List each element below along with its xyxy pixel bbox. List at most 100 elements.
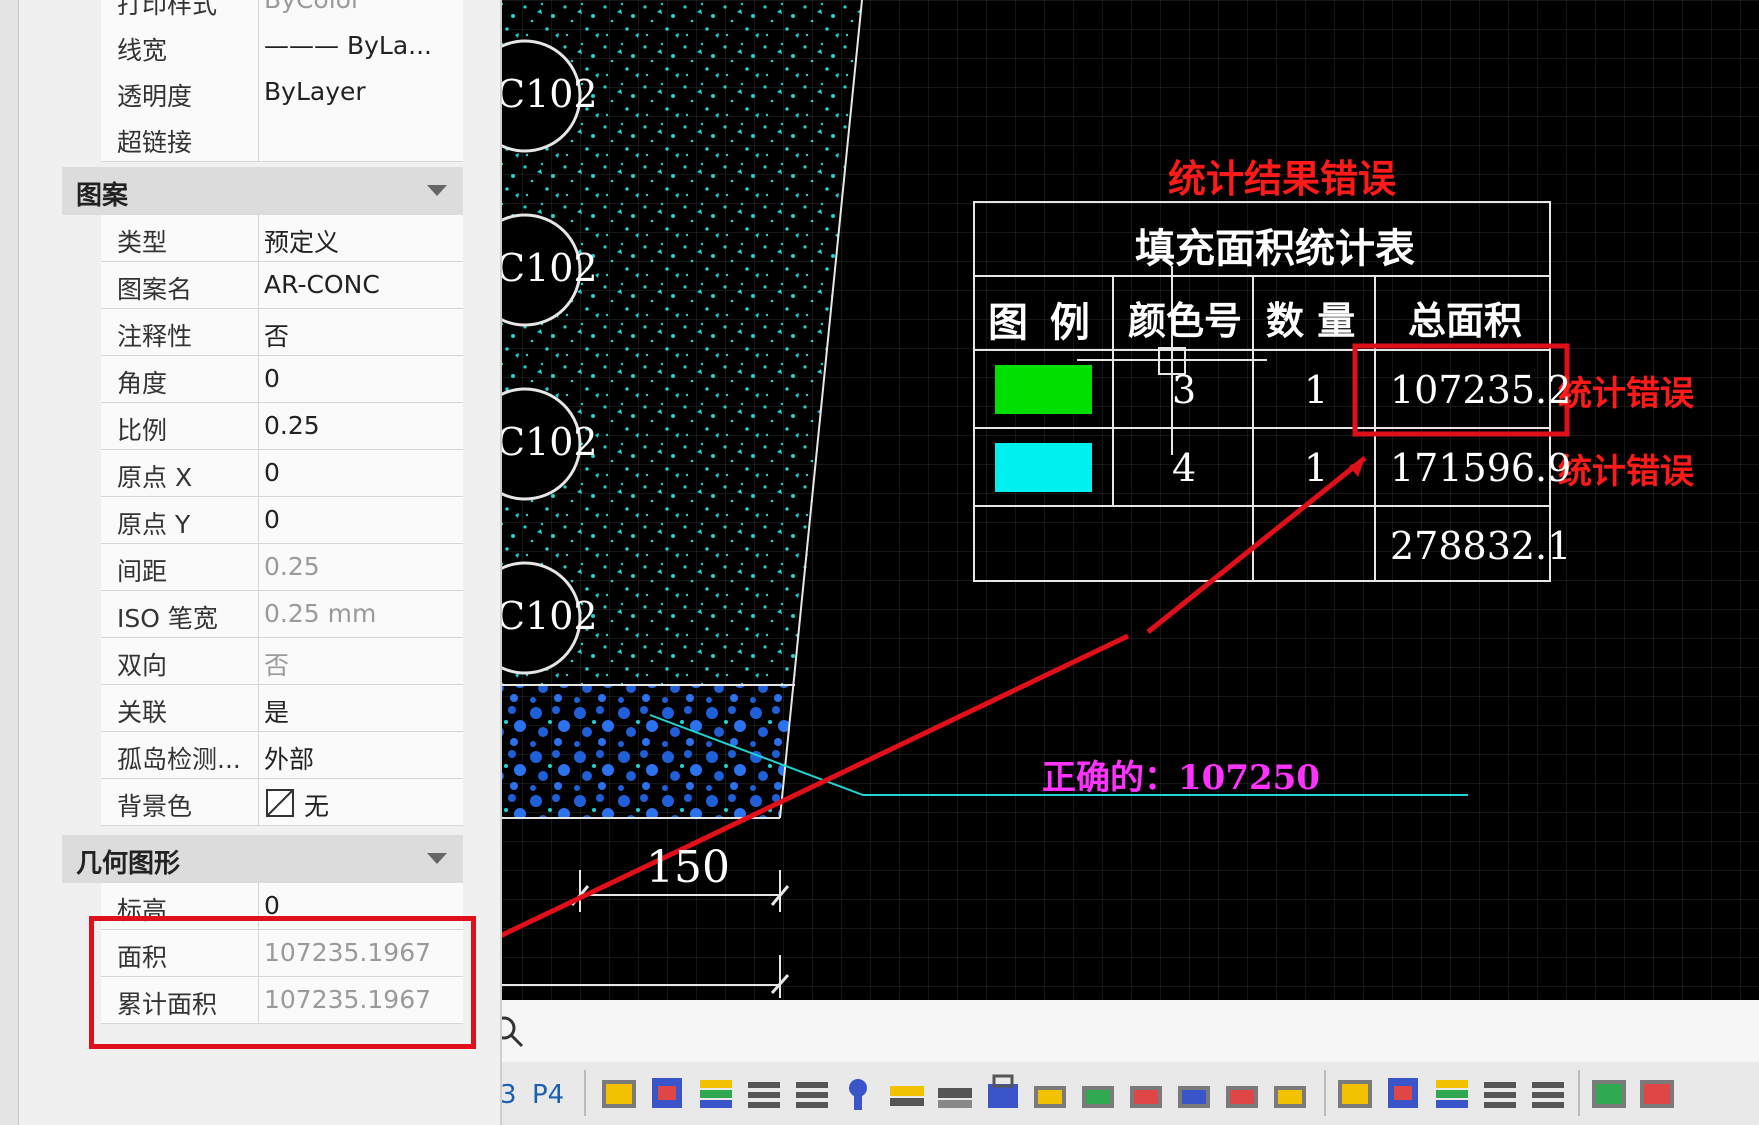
prop-value: 0 (264, 458, 280, 487)
layer-tool-icon[interactable] (1034, 1086, 1066, 1108)
prop-row-island-detection[interactable]: 孤岛检测... 外部 (101, 732, 463, 779)
layer-tool-icon[interactable] (890, 1086, 924, 1106)
layout-tab[interactable]: P4 (532, 1080, 564, 1110)
layer-tool-icon[interactable] (1388, 1078, 1418, 1108)
prop-label: 角度 (117, 369, 168, 398)
layer-tool-icon[interactable] (1532, 1082, 1564, 1108)
prop-row-hyperlink[interactable]: 超链接 (101, 115, 463, 162)
prop-row-double[interactable]: 双向 否 (101, 638, 463, 685)
prop-value: ByColor (264, 0, 361, 14)
table-header: 总面积 (1408, 298, 1523, 343)
layer-tool-icon[interactable] (652, 1078, 682, 1108)
bottom-toolbar: 3 P4 (500, 1062, 1759, 1125)
prop-label: 图案名 (117, 275, 193, 304)
table-header: 图 例 (988, 299, 1094, 346)
palette-side-strip (0, 0, 19, 1125)
prop-label: 双向 (117, 651, 168, 680)
layer-tool-icon[interactable] (988, 1074, 1018, 1108)
annotation-correct-value: 正确的：107250 (1042, 758, 1320, 798)
layout-tab[interactable]: 3 (500, 1080, 517, 1110)
prop-row-origin-y[interactable]: 原点 Y 0 (101, 497, 463, 544)
prop-label: 超链接 (117, 128, 193, 157)
group-header-pattern[interactable]: 图案 (62, 167, 463, 215)
table-cell-area: 107235.2 (1390, 368, 1572, 412)
prop-row-spacing[interactable]: 间距 0.25 (101, 544, 463, 591)
prop-row-lineweight[interactable]: 线宽 ——— ByLa... (101, 23, 463, 70)
prop-row-plot-style[interactable]: 打印样式 ByColor (101, 0, 463, 24)
prop-value: 0 (264, 505, 280, 534)
prop-row-type[interactable]: 类型 预定义 (101, 215, 463, 262)
layer-tool-icon[interactable] (1130, 1086, 1162, 1108)
prop-row-scale[interactable]: 比例 0.25 (101, 403, 463, 450)
prop-label: 背景色 (117, 792, 193, 821)
legend-swatch-cyan (995, 443, 1092, 492)
prop-value: 无 (304, 792, 330, 821)
command-line[interactable] (492, 1000, 1759, 1063)
table-cell-count: 1 (1304, 446, 1329, 490)
toolbar-divider (1324, 1070, 1326, 1116)
area-highlight-box (89, 916, 476, 1049)
layer-tool-icon[interactable] (796, 1082, 828, 1108)
layer-tool-icon[interactable] (1226, 1086, 1258, 1108)
rebar-label: C102 (496, 246, 598, 290)
annotation-error-1: 统计错误 (1558, 374, 1694, 414)
prop-row-iso-pen-width[interactable]: ISO 笔宽 0.25 mm (101, 591, 463, 638)
toolbar-divider (584, 1070, 586, 1116)
prop-value: 0.25 mm (264, 599, 377, 628)
table-header: 数 量 (1266, 298, 1356, 343)
prop-row-associative[interactable]: 关联 是 (101, 685, 463, 732)
legend-swatch-green (995, 365, 1092, 414)
prop-label: 类型 (117, 228, 168, 257)
prop-value: 是 (264, 698, 290, 727)
layer-tool-icon[interactable] (602, 1080, 636, 1108)
layer-tool-icon[interactable] (1082, 1086, 1114, 1108)
collapse-caret-icon[interactable] (427, 185, 447, 196)
rebar-label: C102 (496, 420, 598, 464)
prop-value: 否 (264, 651, 290, 680)
table-cell-total: 278832.1 (1390, 524, 1572, 568)
table-cell-count: 1 (1304, 368, 1329, 412)
table-cell-color-no: 4 (1172, 446, 1197, 490)
prop-value: AR-CONC (264, 270, 380, 299)
prop-row-pattern-name[interactable]: 图案名 AR-CONC (101, 262, 463, 309)
prop-label: 线宽 (117, 36, 168, 65)
prop-label: 注释性 (117, 322, 193, 351)
prop-value: ——— ByLa... (264, 31, 432, 60)
collapse-caret-icon[interactable] (427, 853, 447, 864)
prop-value: 0 (264, 364, 280, 393)
layer-tool-icon[interactable] (938, 1088, 972, 1108)
prop-row-transparency[interactable]: 透明度 ByLayer (101, 69, 463, 116)
prop-value: 外部 (264, 745, 315, 774)
layer-tool-icon[interactable] (748, 1082, 780, 1108)
prop-value: 否 (264, 322, 290, 351)
layer-tool-icon[interactable] (1640, 1080, 1674, 1108)
layer-tool-icons (602, 1070, 1674, 1116)
layer-tool-icon[interactable] (1592, 1080, 1626, 1108)
no-color-swatch-icon (266, 789, 294, 817)
layer-tool-icon[interactable] (700, 1080, 732, 1108)
rebar-label: C102 (496, 72, 598, 116)
layer-tool-icon[interactable] (1338, 1080, 1372, 1108)
prop-value: 0.25 (264, 552, 320, 581)
properties-palette: 打印样式 ByColor 线宽 ——— ByLa... 透明度 ByLayer … (0, 0, 502, 1125)
prop-row-annotative[interactable]: 注释性 否 (101, 309, 463, 356)
prop-row-angle[interactable]: 角度 0 (101, 356, 463, 403)
layer-tool-icon[interactable] (1274, 1086, 1306, 1108)
prop-label: ISO 笔宽 (117, 604, 218, 633)
group-title: 图案 (76, 181, 129, 211)
prop-row-origin-x[interactable]: 原点 X 0 (101, 450, 463, 497)
prop-label: 关联 (117, 698, 168, 727)
layer-tool-icon[interactable] (1436, 1080, 1468, 1108)
prop-label: 间距 (117, 557, 168, 586)
layer-tool-icon[interactable] (1484, 1082, 1516, 1108)
prop-label: 透明度 (117, 82, 193, 111)
prop-row-background-color[interactable]: 背景色 无 (101, 779, 463, 826)
table-cell-area: 171596.9 (1390, 446, 1572, 490)
group-header-geometry[interactable]: 几何图形 (62, 835, 463, 883)
table-cell-color-no: 3 (1172, 368, 1197, 412)
layer-tool-icon[interactable] (849, 1079, 867, 1110)
layer-tool-icon[interactable] (1178, 1086, 1210, 1108)
prop-label: 比例 (117, 416, 168, 445)
table-header: 颜色号 (1128, 298, 1243, 343)
table-title: 填充面积统计表 (1135, 225, 1415, 272)
